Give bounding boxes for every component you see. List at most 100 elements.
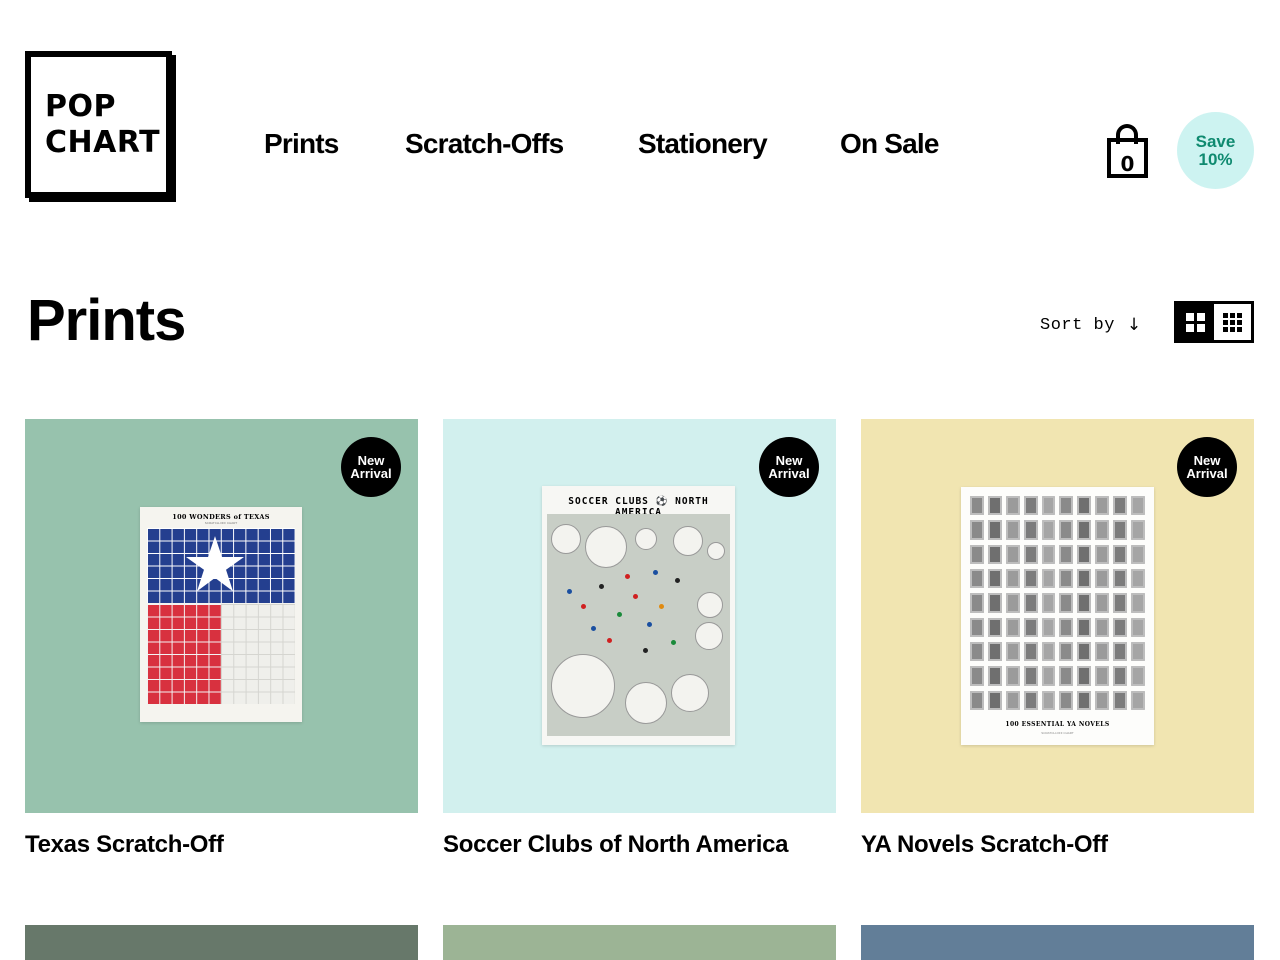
- logo-text-chart: CHART: [45, 124, 161, 160]
- book-thumbnail: [1059, 642, 1074, 662]
- small-grid-view-button[interactable]: [1214, 304, 1251, 340]
- book-thumbnail: [970, 593, 984, 613]
- book-thumbnail: [1005, 666, 1020, 686]
- nav-item-prints[interactable]: Prints: [264, 128, 339, 160]
- product-card-ya-novels[interactable]: 100 ESSENTIAL YA NOVELS SCRATCH-OFF CHAR…: [861, 419, 1254, 859]
- book-thumbnail: [1095, 593, 1110, 613]
- book-thumbnail: [987, 569, 1002, 589]
- book-thumbnail: [1023, 593, 1038, 613]
- star-icon: [186, 536, 244, 592]
- book-thumbnail: [1077, 520, 1092, 540]
- book-thumbnail: [1131, 496, 1145, 516]
- book-thumbnail: [1095, 642, 1110, 662]
- book-thumbnail: [1095, 544, 1110, 564]
- book-thumbnail: [1041, 690, 1056, 710]
- book-thumbnail: [1095, 496, 1110, 516]
- product-image[interactable]: 100 ESSENTIAL YA NOVELS SCRATCH-OFF CHAR…: [861, 419, 1254, 813]
- book-thumbnail: [1059, 544, 1074, 564]
- pop-chart-logo[interactable]: POP CHART: [25, 51, 172, 198]
- book-thumbnail: [1023, 569, 1038, 589]
- book-thumbnail: [1023, 544, 1038, 564]
- book-thumbnail: [1077, 569, 1092, 589]
- book-thumbnail: [1131, 569, 1145, 589]
- book-thumbnail: [1113, 666, 1128, 686]
- book-thumbnail: [1077, 642, 1092, 662]
- nav-item-on-sale[interactable]: On Sale: [840, 128, 939, 160]
- ya-novels-poster-image: 100 ESSENTIAL YA NOVELS SCRATCH-OFF CHAR…: [961, 487, 1154, 745]
- book-thumbnail: [1131, 544, 1145, 564]
- book-thumbnail: [987, 520, 1002, 540]
- product-image[interactable]: SOCCER CLUBS ⚽ NORTH AMERICA New Arrival: [443, 419, 836, 813]
- book-thumbnail: [1005, 690, 1020, 710]
- book-thumbnail: [1113, 642, 1128, 662]
- product-name[interactable]: YA Novels Scratch-Off: [861, 831, 1254, 859]
- new-arrival-badge: New Arrival: [759, 437, 819, 497]
- product-name[interactable]: Texas Scratch-Off: [25, 831, 418, 859]
- book-thumbnail: [1023, 690, 1038, 710]
- book-thumbnail: [970, 496, 984, 516]
- product-card-partial[interactable]: [861, 925, 1254, 960]
- book-thumbnail: [1059, 593, 1074, 613]
- product-card-soccer[interactable]: SOCCER CLUBS ⚽ NORTH AMERICA New Arrival…: [443, 419, 836, 859]
- book-thumbnail: [1077, 690, 1092, 710]
- book-thumbnail: [1041, 593, 1056, 613]
- poster-subtitle: SCRATCH-OFF CHART: [1041, 731, 1074, 735]
- arrow-down-icon: ↓: [1126, 315, 1142, 335]
- book-thumbnail: [1023, 666, 1038, 686]
- product-card-texas[interactable]: 100 WONDERS of TEXAS SCRATCH-OFF CHART N…: [25, 419, 418, 859]
- save-promo-line1: Save: [1195, 131, 1236, 151]
- book-thumbnail: [1077, 496, 1092, 516]
- book-thumbnail: [1131, 642, 1145, 662]
- book-thumbnail: [1113, 496, 1128, 516]
- large-grid-icon: [1186, 312, 1205, 332]
- view-toggle: [1174, 301, 1254, 343]
- texas-poster-image: 100 WONDERS of TEXAS SCRATCH-OFF CHART: [140, 507, 302, 722]
- product-name[interactable]: Soccer Clubs of North America: [443, 831, 836, 859]
- book-thumbnail: [1077, 593, 1092, 613]
- book-thumbnail: [970, 520, 984, 540]
- page-title: Prints: [27, 288, 186, 353]
- new-arrival-badge: New Arrival: [1177, 437, 1237, 497]
- book-thumbnail: [1059, 520, 1074, 540]
- book-thumbnail: [970, 666, 984, 686]
- product-image[interactable]: 100 WONDERS of TEXAS SCRATCH-OFF CHART N…: [25, 419, 418, 813]
- book-thumbnail: [1131, 593, 1145, 613]
- book-thumbnail: [1095, 617, 1110, 637]
- book-thumbnail: [1059, 690, 1074, 710]
- book-thumbnail: [1113, 520, 1128, 540]
- book-thumbnail: [1095, 569, 1110, 589]
- book-thumbnail: [1077, 666, 1092, 686]
- book-thumbnail: [1041, 544, 1056, 564]
- product-card-partial[interactable]: [443, 925, 836, 960]
- book-thumbnail: [1005, 496, 1020, 516]
- book-thumbnail: [1023, 642, 1038, 662]
- book-thumbnail: [1113, 690, 1128, 710]
- save-promo-badge[interactable]: Save 10%: [1177, 112, 1254, 189]
- small-grid-icon: [1223, 312, 1242, 332]
- logo-text-pop: POP: [45, 88, 116, 124]
- book-thumbnail: [970, 544, 984, 564]
- large-grid-view-button[interactable]: [1177, 304, 1214, 340]
- product-card-partial[interactable]: [25, 925, 418, 960]
- poster-title: 100 ESSENTIAL YA NOVELS: [1005, 721, 1110, 728]
- book-thumbnail: [987, 642, 1002, 662]
- book-thumbnail: [987, 496, 1002, 516]
- book-thumbnail: [1041, 496, 1056, 516]
- nav-item-scratch-offs[interactable]: Scratch-Offs: [405, 128, 564, 160]
- book-thumbnail: [1023, 617, 1038, 637]
- book-thumbnail: [1095, 666, 1110, 686]
- book-thumbnail: [1131, 520, 1145, 540]
- book-thumbnail: [987, 544, 1002, 564]
- book-thumbnail: [1041, 642, 1056, 662]
- book-thumbnail: [1023, 520, 1038, 540]
- book-thumbnail: [1041, 520, 1056, 540]
- book-thumbnail: [1113, 544, 1128, 564]
- map-illustration: [547, 514, 730, 736]
- nav-item-stationery[interactable]: Stationery: [638, 128, 768, 160]
- book-thumbnail: [987, 593, 1002, 613]
- book-thumbnail: [1113, 617, 1128, 637]
- book-thumbnail: [970, 617, 984, 637]
- book-thumbnail: [987, 617, 1002, 637]
- sort-dropdown[interactable]: Sort by ↓: [1040, 315, 1142, 335]
- cart-button[interactable]: 0: [1106, 124, 1150, 178]
